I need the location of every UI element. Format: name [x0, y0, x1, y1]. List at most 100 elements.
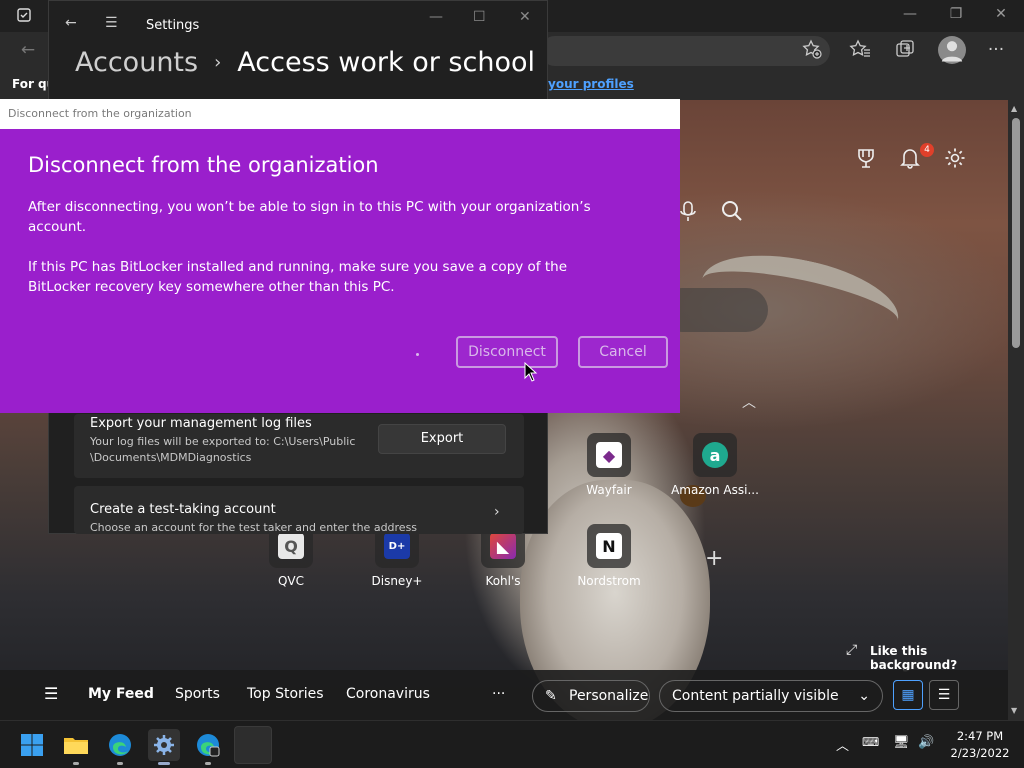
folder-icon: [64, 738, 88, 754]
notification-badge: 4: [920, 143, 934, 157]
profiles-link[interactable]: your profiles: [548, 77, 634, 91]
personalize-label: Personalize: [569, 688, 649, 704]
taskbar-clock[interactable]: 2:47 PM 2/23/2022: [945, 728, 1015, 762]
settings-gear-icon: [154, 735, 174, 755]
collections-icon[interactable]: [893, 38, 917, 62]
settings-close-icon[interactable]: ✕: [519, 9, 531, 25]
feed-tab-coronavirus[interactable]: Coronavirus: [346, 686, 430, 702]
wayfair-icon: ◆: [587, 433, 631, 477]
chevron-right-icon: ›: [494, 504, 500, 520]
progress-dot-icon: [416, 353, 419, 356]
back-icon[interactable]: ←: [16, 38, 40, 62]
microphone-icon[interactable]: [679, 200, 697, 229]
start-button[interactable]: [16, 729, 48, 761]
collapse-chevron-icon[interactable]: ︿: [742, 392, 756, 412]
settings-back-icon[interactable]: ←: [65, 15, 77, 31]
clock-date: 2/23/2022: [950, 746, 1010, 760]
export-button[interactable]: Export: [378, 424, 506, 454]
profile-avatar-icon[interactable]: [938, 36, 966, 64]
dialog-paragraph-2: If this PC has BitLocker installed and r…: [28, 259, 567, 295]
show-hidden-icons-icon[interactable]: ︿: [836, 735, 849, 754]
scroll-up-arrow-icon[interactable]: ▲: [1011, 104, 1017, 113]
test-taking-subtitle: Choose an account for the test taker and…: [90, 521, 418, 534]
disconnect-dialog: Disconnect from the organization After d…: [0, 129, 680, 413]
tile-label: Kohl's: [485, 574, 521, 588]
feed-menu-icon[interactable]: ☰: [44, 684, 58, 703]
add-quick-link-icon[interactable]: +: [705, 546, 723, 571]
quick-link-tile[interactable]: a Amazon Assi...: [670, 433, 760, 497]
export-logs-path-line1: Your log files will be exported to: C:\U…: [90, 435, 356, 448]
tile-label: Nordstrom: [577, 574, 641, 588]
favorites-icon[interactable]: [848, 38, 872, 62]
pencil-icon: ✎: [545, 688, 557, 704]
search-icon[interactable]: [721, 200, 743, 227]
expand-icon[interactable]: ⤢: [846, 642, 857, 658]
amazon-assistant-icon: a: [693, 433, 737, 477]
windows-logo-icon: [21, 734, 43, 756]
feed-navigation-bar: ☰ My Feed Sports Top Stories Coronavirus…: [0, 670, 1008, 720]
volume-icon[interactable]: 🔊: [918, 735, 934, 750]
browser-close-icon[interactable]: ✕: [991, 6, 1011, 22]
breadcrumb-accounts[interactable]: Accounts: [75, 47, 198, 78]
browser-minimize-icon[interactable]: —: [900, 6, 920, 22]
export-logs-card: Export your management log files Your lo…: [74, 414, 524, 478]
browser-restore-icon[interactable]: ❐: [946, 6, 966, 22]
edge-dev-button[interactable]: [192, 729, 224, 765]
cancel-button[interactable]: Cancel: [578, 336, 668, 368]
list-view-icon[interactable]: ☰: [929, 680, 959, 710]
rewards-icon[interactable]: [856, 147, 876, 174]
page-title: Access work or school: [237, 47, 535, 78]
like-background-link[interactable]: Like this background?: [870, 644, 1008, 672]
active-app-button[interactable]: [234, 726, 272, 764]
tile-label: Wayfair: [586, 483, 632, 497]
settings-maximize-icon[interactable]: ☐: [473, 9, 486, 25]
page-settings-gear-icon[interactable]: [944, 147, 966, 174]
feed-tab-sports[interactable]: Sports: [175, 686, 220, 702]
tile-label: Disney+: [371, 574, 423, 588]
file-explorer-button[interactable]: [60, 729, 92, 765]
dialog-heading: Disconnect from the organization: [28, 153, 379, 177]
export-logs-title: Export your management log files: [90, 416, 312, 431]
tile-label: Amazon Assi...: [671, 483, 759, 497]
grid-view-icon[interactable]: ▦: [893, 680, 923, 710]
edge-button[interactable]: [104, 729, 136, 765]
feed-tab-top-stories[interactable]: Top Stories: [247, 686, 324, 702]
settings-app-button[interactable]: [148, 729, 180, 765]
export-logs-path-line2: \Documents\MDMDiagnostics: [90, 451, 252, 464]
mouse-cursor-icon: [524, 362, 538, 382]
settings-menu-icon[interactable]: ☰: [105, 15, 118, 31]
personalize-button[interactable]: ✎ Personalize: [532, 680, 650, 712]
edge-dev-icon: [197, 734, 220, 757]
dialog-window-title: Disconnect from the organization: [8, 107, 192, 120]
dialog-paragraph-1: After disconnecting, you won’t be able t…: [28, 199, 591, 235]
disconnect-button[interactable]: Disconnect: [456, 336, 558, 368]
scroll-down-arrow-icon[interactable]: ▼: [1011, 706, 1017, 715]
breadcrumb: Accounts › Access work or school: [75, 47, 535, 78]
add-favorite-icon[interactable]: [800, 38, 824, 62]
page-scrollbar[interactable]: ▲ ▼: [1008, 100, 1024, 720]
tab-actions-icon[interactable]: [14, 7, 34, 27]
clock-time: 2:47 PM: [956, 729, 1004, 743]
notifications-bell-icon[interactable]: [900, 147, 920, 174]
feed-tab-my-feed[interactable]: My Feed: [88, 686, 154, 702]
chevron-down-icon: ⌄: [858, 688, 870, 704]
breadcrumb-chevron-icon: ›: [214, 52, 222, 73]
address-bar[interactable]: [540, 36, 830, 66]
nordstrom-icon: N: [587, 524, 631, 568]
keyboard-icon[interactable]: ⌨: [862, 735, 879, 749]
dialog-titlebar: Disconnect from the organization: [0, 99, 680, 129]
quick-link-tile[interactable]: N Nordstrom: [564, 524, 654, 588]
taskbar: ︿ ⌨ 🖥 🔊 2:47 PM 2/23/2022: [0, 720, 1024, 768]
test-taking-title: Create a test-taking account: [90, 502, 276, 517]
tile-label: QVC: [277, 574, 305, 588]
content-visibility-value: Content partially visible: [672, 688, 839, 704]
test-taking-card[interactable]: Create a test-taking account Choose an a…: [74, 486, 524, 534]
scrollbar-thumb[interactable]: [1012, 118, 1020, 348]
settings-title: Settings: [146, 18, 200, 33]
feed-more-icon[interactable]: ···: [492, 686, 505, 702]
settings-minimize-icon[interactable]: —: [429, 9, 443, 25]
quick-link-tile[interactable]: ◆ Wayfair: [564, 433, 654, 497]
network-icon[interactable]: 🖥: [893, 735, 910, 750]
more-options-icon[interactable]: ···: [984, 38, 1008, 62]
content-visibility-dropdown[interactable]: Content partially visible ⌄: [659, 680, 883, 712]
